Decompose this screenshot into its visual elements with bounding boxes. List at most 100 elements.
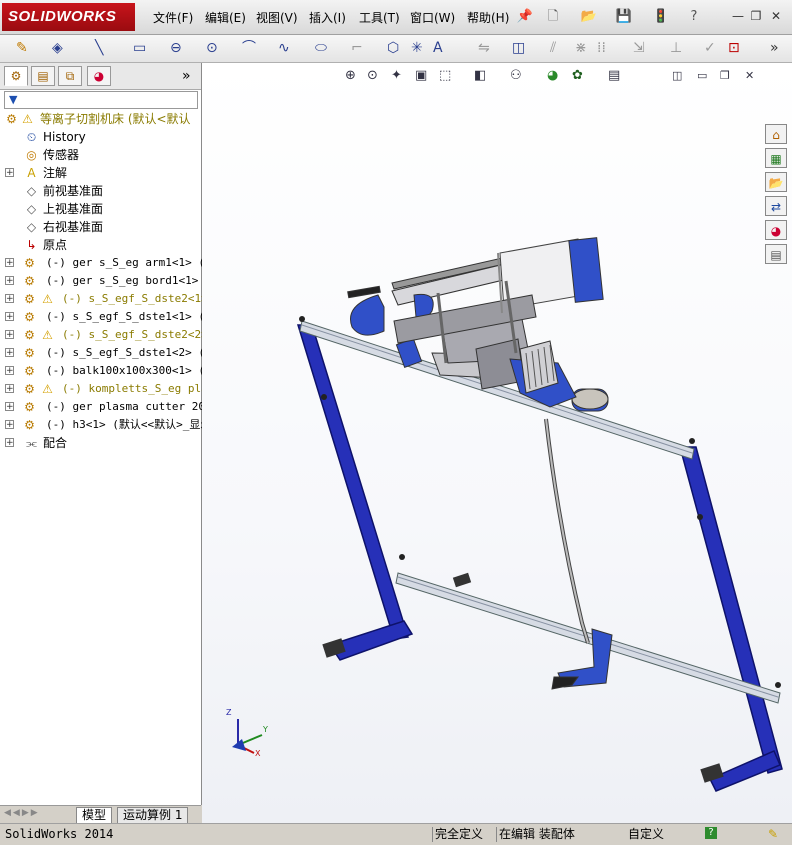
relations-icon[interactable]: ⊥: [670, 39, 682, 57]
tree-item[interactable]: + ⚙ (-) ger s_S_eg bord1<1> (默: [0, 272, 223, 290]
plasma-cutter-model[interactable]: [202, 63, 792, 823]
restore-button[interactable]: ❐: [748, 9, 764, 23]
expand-toggle-icon[interactable]: +: [5, 402, 14, 412]
text-icon[interactable]: A: [433, 39, 443, 57]
status-units[interactable]: 自定义: [628, 827, 664, 842]
expand-toggle-icon[interactable]: +: [5, 312, 14, 322]
expand-toggle-icon[interactable]: +: [5, 420, 14, 430]
task-pane: ⌂ ▦ 📂 ⇄ ◕ ▤: [765, 122, 789, 267]
offset-icon[interactable]: ◫: [512, 39, 525, 57]
tree-item[interactable]: + ⚙ (-) ger s_S_eg arm1<1> (默: [0, 254, 216, 272]
expand-toggle-icon[interactable]: +: [5, 384, 14, 394]
sketch-toolbar: ✎ ◈ ╲ ▭ ⊖ ⊙ ⌒ ∿ ⬭ ⌐ ⬡ ✳ A ⇋ ◫ ⫽ ⋇ ⁞⁞ ⇲ ⊥…: [0, 35, 792, 63]
spline-icon[interactable]: ∿: [278, 39, 290, 57]
tree-item[interactable]: + ⚙ (-) s_S_egf_S_dste1<2> (默: [0, 344, 216, 362]
expand-panel-icon[interactable]: »: [182, 68, 191, 84]
design-library-icon[interactable]: ▦: [765, 148, 787, 168]
mirror-icon[interactable]: ⇋: [478, 39, 490, 57]
expand-toggle-icon[interactable]: +: [5, 330, 14, 340]
appearances-icon[interactable]: ◕: [765, 220, 787, 240]
warning-icon: ⚠: [22, 112, 33, 126]
solidworks-logo[interactable]: SOLIDWORKS: [2, 3, 135, 31]
file-explorer-icon[interactable]: 📂: [765, 172, 787, 192]
tab-model[interactable]: 模型: [76, 807, 113, 824]
rebuild-icon[interactable]: 🚦: [652, 9, 670, 25]
property-manager-tab-icon[interactable]: ▤: [31, 66, 55, 86]
tree-item[interactable]: + ⚙ (-) balk100x100x300<1> (默: [0, 362, 216, 380]
tree-item[interactable]: ◎ 传感器: [0, 146, 210, 164]
tree-item-label: 前视基准面: [43, 184, 104, 198]
annotation-icon: A: [27, 166, 36, 180]
tree-item[interactable]: ◇ 上视基准面: [0, 200, 210, 218]
expand-toggle-icon[interactable]: +: [5, 348, 14, 358]
convert-icon[interactable]: ⫽: [550, 39, 556, 57]
circle-icon[interactable]: ⊙: [206, 39, 218, 57]
ellipse-icon[interactable]: ⬭: [315, 39, 327, 57]
tree-root[interactable]: ⚙ ⚠ 等离子切割机床 (默认<默认: [0, 110, 210, 128]
resources-icon[interactable]: ⌂: [765, 124, 787, 144]
graphics-area[interactable]: ⊕ ⊙ ✦ ▣ ⬚ ◧ ⚇ ◕ ✿ ▤ ◫ ▭ ❐ ✕ Z Y X: [202, 63, 792, 823]
tree-filter[interactable]: ▼: [4, 91, 198, 109]
expand-toggle-icon[interactable]: +: [5, 168, 14, 178]
tree-item[interactable]: ⏲ History: [0, 128, 210, 146]
menu-edit[interactable]: 编辑(E): [205, 9, 246, 26]
menu-file[interactable]: 文件(F): [153, 9, 193, 26]
save-icon[interactable]: 💾: [615, 9, 633, 25]
status-help-button[interactable]: ?: [705, 827, 717, 839]
more-tools-icon[interactable]: »: [770, 39, 779, 57]
expand-toggle-icon[interactable]: +: [5, 258, 14, 268]
expand-toggle-icon[interactable]: +: [5, 276, 14, 286]
expand-toggle-icon[interactable]: +: [5, 366, 14, 376]
tree-item-label: 配合: [43, 436, 68, 450]
linear-pattern-icon[interactable]: ⁞⁞: [597, 39, 606, 57]
open-folder-icon[interactable]: 📂: [580, 9, 598, 25]
menu-insert[interactable]: 插入(I): [309, 9, 346, 26]
display-manager-tab-icon[interactable]: ◕: [87, 66, 111, 86]
trim-icon[interactable]: ⋇: [575, 39, 587, 57]
subassembly-icon: ⚙: [24, 310, 35, 324]
configuration-manager-tab-icon[interactable]: ⧉: [58, 66, 82, 86]
menu-view[interactable]: 视图(V): [256, 9, 298, 26]
tree-item[interactable]: ◇ 前视基准面: [0, 182, 210, 200]
pin-icon[interactable]: 📌: [516, 9, 534, 25]
custom-properties-icon[interactable]: ▤: [765, 244, 787, 264]
menu-tools[interactable]: 工具(T): [359, 9, 400, 26]
quick-snaps-icon[interactable]: ⊡: [728, 39, 740, 57]
tab-motion-study[interactable]: 运动算例 1: [117, 807, 189, 824]
tree-item[interactable]: + ⚙ (-) h3<1> (默认<<默认>_显示: [0, 416, 211, 434]
tree-item[interactable]: + ⚙ ⚠ (-) s_S_egf_S_dste2<2>: [0, 326, 210, 344]
close-button[interactable]: ✕: [768, 9, 784, 23]
menu-help[interactable]: 帮助(H): [467, 9, 509, 26]
move-entities-icon[interactable]: ⇲: [633, 39, 645, 57]
tree-item[interactable]: + ⚙ ⚠ (-) kompletts_S_eg plas: [0, 380, 214, 398]
menu-window[interactable]: 窗口(W): [410, 9, 455, 26]
expand-toggle-icon[interactable]: +: [5, 294, 14, 304]
tree-item[interactable]: ◇ 右视基准面: [0, 218, 210, 236]
tree-item-label: History: [43, 130, 86, 144]
expand-toggle-icon[interactable]: +: [5, 438, 14, 448]
point-icon[interactable]: ✳: [411, 39, 423, 57]
fillet-icon[interactable]: ⌐: [351, 39, 363, 57]
minimize-button[interactable]: —: [730, 9, 746, 23]
feature-manager-tab-icon[interactable]: ⚙: [4, 66, 28, 86]
tree-item[interactable]: + A 注解: [0, 164, 210, 182]
tree-item[interactable]: + ⫘ 配合: [0, 434, 210, 452]
rebuild-status-icon[interactable]: ✎: [768, 827, 778, 842]
rectangle-icon[interactable]: ▭: [133, 39, 146, 57]
polygon-icon[interactable]: ⬡: [387, 39, 399, 57]
tab-scroll-arrows-icon[interactable]: ◀◀▶▶: [4, 808, 40, 818]
help-icon[interactable]: ?: [685, 9, 703, 25]
subassembly-icon: ⚙: [24, 382, 35, 396]
tree-item[interactable]: ↳ 原点: [0, 236, 210, 254]
new-document-icon[interactable]: 🗋: [544, 9, 562, 25]
slot-icon[interactable]: ⊖: [170, 39, 182, 57]
smart-dimension-icon[interactable]: ◈: [52, 39, 63, 57]
tree-item[interactable]: + ⚙ ⚠ (-) s_S_egf_S_dste2<1>: [0, 290, 210, 308]
tree-item[interactable]: + ⚙ (-) ger plasma cutter 2011: [0, 398, 218, 416]
view-palette-icon[interactable]: ⇄: [765, 196, 787, 216]
line-icon[interactable]: ╲: [95, 39, 103, 57]
arc-icon[interactable]: ⌒: [242, 39, 256, 57]
sketch-icon[interactable]: ✎: [16, 39, 28, 57]
repair-icon[interactable]: ✓: [704, 39, 716, 57]
tree-item[interactable]: + ⚙ (-) s_S_egf_S_dste1<1> (默: [0, 308, 216, 326]
